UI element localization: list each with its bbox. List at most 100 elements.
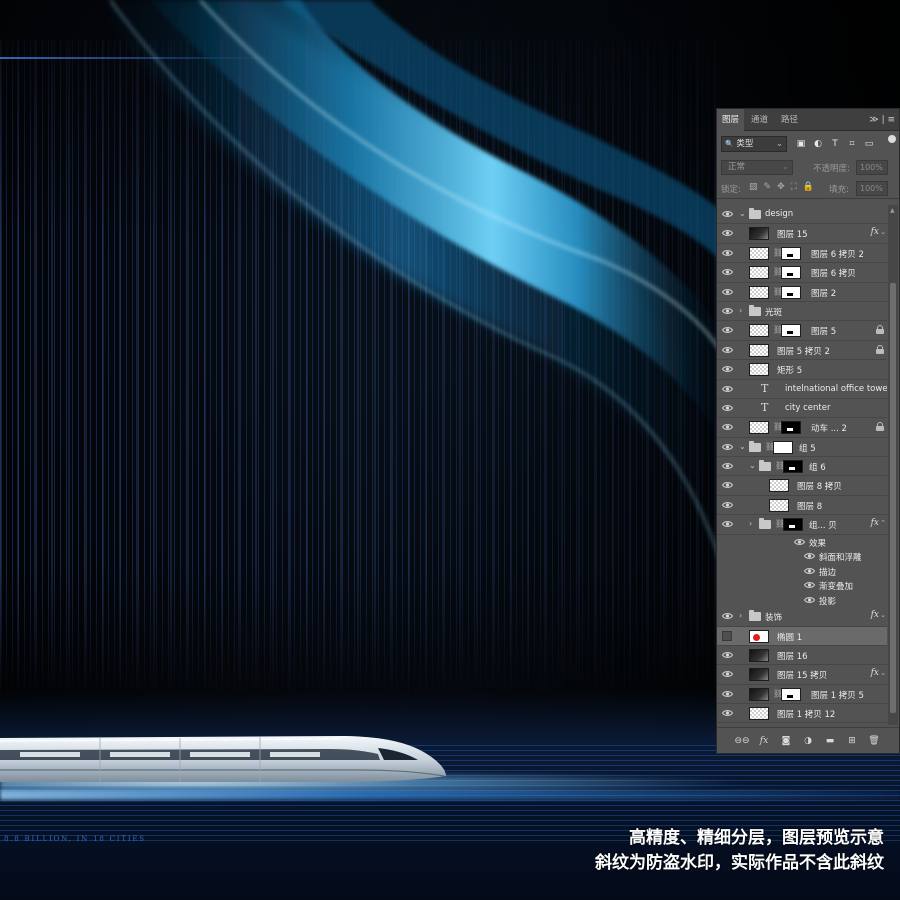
layer-row[interactable]: ⛓ 图层 1 拷贝 5 [717, 685, 887, 705]
visibility-eye-icon[interactable] [722, 443, 733, 451]
layer-row[interactable]: 图层 15 fx ⌄ [717, 224, 887, 244]
visibility-eye-icon[interactable] [722, 229, 733, 237]
scroll-up-icon[interactable]: ▲ [890, 207, 895, 214]
layer-row[interactable]: ⛓ 动车 ... 2 [717, 418, 887, 438]
layer-thumbnail[interactable] [749, 324, 769, 338]
opacity-field[interactable]: 100% [856, 160, 888, 175]
fill-field[interactable]: 100% [856, 181, 888, 196]
filter-toggle[interactable] [888, 135, 896, 143]
visibility-eye-icon[interactable] [722, 307, 733, 315]
scroll-thumb[interactable] [890, 283, 896, 713]
new-layer-icon[interactable]: ⊞ [846, 735, 858, 747]
layer-list-scrollbar[interactable]: ▲ [888, 205, 898, 725]
effect-visibility-eye-icon[interactable] [804, 567, 815, 575]
lock-all-icon[interactable]: 🔒 [803, 182, 814, 192]
layer-thumbnail[interactable] [749, 285, 769, 299]
visibility-toggle-off[interactable] [722, 630, 732, 641]
layer-row[interactable]: ⛓ 图层 2 [717, 283, 887, 302]
layer-effect-row[interactable]: 效果 [717, 535, 887, 550]
layer-mask-thumbnail[interactable] [783, 460, 803, 474]
layer-thumbnail[interactable] [769, 479, 789, 493]
lock-position-icon[interactable]: ✥ [777, 182, 785, 192]
panel-menu-button[interactable]: ≫ | ≡ [869, 109, 895, 131]
tab-channels[interactable]: 通道 [746, 109, 773, 131]
visibility-eye-icon[interactable] [722, 709, 733, 717]
effect-visibility-eye-icon[interactable] [794, 538, 805, 546]
visibility-eye-icon[interactable] [722, 423, 733, 431]
type-filter-icon[interactable]: T [829, 138, 841, 150]
adjustment-filter-icon[interactable]: ◐ [812, 138, 824, 150]
layer-mask-thumbnail[interactable] [781, 324, 801, 338]
layer-row[interactable]: ⛓ 图层 6 拷贝 2 [717, 244, 887, 264]
visibility-eye-icon[interactable] [722, 404, 733, 412]
visibility-eye-icon[interactable] [722, 520, 733, 528]
effect-visibility-eye-icon[interactable] [804, 552, 815, 560]
layer-thumbnail[interactable] [749, 246, 769, 260]
lock-transparent-icon[interactable]: ▨ [749, 182, 758, 192]
layer-thumbnail[interactable] [769, 498, 789, 512]
layer-thumbnail[interactable] [749, 687, 769, 701]
layer-thumbnail[interactable] [749, 648, 769, 662]
layer-row[interactable]: 图层 15 拷贝 fx ⌄ [717, 665, 887, 685]
layer-effects-icon[interactable]: fx [871, 227, 879, 237]
visibility-eye-icon[interactable] [722, 365, 733, 373]
effect-visibility-eye-icon[interactable] [804, 596, 815, 604]
layer-effect-row[interactable]: 斜面和浮雕 [717, 549, 887, 564]
layer-row[interactable]: › 装饰 fx ⌄ [717, 607, 887, 627]
smart-object-filter-icon[interactable]: ▭ [863, 138, 875, 150]
layer-row[interactable]: ⌄ design [717, 205, 887, 225]
layer-row[interactable]: ⌄ ⛓ 组 6 [717, 457, 887, 477]
layer-row[interactable]: Tcity center [717, 399, 887, 419]
layer-mask-thumbnail[interactable] [781, 246, 801, 260]
layer-effects-icon[interactable]: fx [871, 518, 879, 528]
effect-visibility-eye-icon[interactable] [804, 581, 815, 589]
shape-filter-icon[interactable]: ⌗ [846, 138, 858, 150]
effects-toggle-icon[interactable]: ⌄ [880, 228, 886, 236]
layer-mask-thumbnail[interactable] [783, 518, 803, 532]
filter-kind-select[interactable]: 🔍 类型 ⌄ [721, 136, 787, 152]
new-group-icon[interactable]: ▬ [824, 735, 836, 747]
layer-row[interactable]: 椭圆 1 [717, 626, 887, 646]
layer-thumbnail[interactable] [749, 629, 769, 643]
image-filter-icon[interactable]: ▣ [795, 138, 807, 150]
layer-row[interactable]: 图层 8 [717, 496, 887, 516]
layer-mask-thumbnail[interactable] [781, 421, 801, 435]
visibility-eye-icon[interactable] [722, 326, 733, 334]
lock-artboard-icon[interactable]: ⛶ [791, 182, 797, 192]
link-layers-icon[interactable]: ⊖⊖ [734, 735, 749, 747]
visibility-eye-icon[interactable] [722, 462, 733, 470]
layer-mask-thumbnail[interactable] [773, 440, 793, 454]
layer-row[interactable]: Tintelnational office tower [717, 380, 887, 399]
layer-thumbnail[interactable] [749, 343, 769, 357]
visibility-eye-icon[interactable] [722, 481, 733, 489]
visibility-eye-icon[interactable] [722, 385, 733, 393]
layer-thumbnail[interactable] [749, 363, 769, 377]
visibility-eye-icon[interactable] [722, 670, 733, 678]
tab-layers[interactable]: 图层 [717, 109, 745, 131]
effects-toggle-icon[interactable]: ⌄ [880, 669, 886, 677]
layer-row[interactable]: ⌄ ⛓ 组 5 [717, 438, 887, 458]
chevron-down-icon[interactable]: ⌄ [739, 442, 746, 451]
layer-row[interactable]: ⛓ 图层 6 拷贝 [717, 263, 887, 283]
layer-mask-thumbnail[interactable] [781, 285, 801, 299]
chevron-right-icon[interactable]: › [749, 519, 752, 528]
layer-effect-row[interactable]: 描边 [717, 564, 887, 579]
add-style-icon[interactable]: fx [758, 735, 770, 747]
layer-thumbnail[interactable] [749, 707, 769, 721]
chevron-right-icon[interactable]: › [739, 611, 742, 620]
chevron-down-icon[interactable]: ⌄ [739, 209, 746, 218]
delete-layer-icon[interactable]: 🗑 [868, 735, 880, 747]
layer-effect-row[interactable]: 投影 [717, 593, 887, 608]
layer-thumbnail[interactable] [749, 266, 769, 280]
visibility-eye-icon[interactable] [722, 690, 733, 698]
layer-row[interactable]: 图层 16 [717, 646, 887, 666]
layer-thumbnail[interactable] [749, 227, 769, 241]
visibility-eye-icon[interactable] [722, 651, 733, 659]
effects-toggle-icon[interactable]: ⌄ [880, 611, 886, 619]
visibility-eye-icon[interactable] [722, 346, 733, 354]
layer-row[interactable]: › 光斑 [717, 302, 887, 322]
visibility-eye-icon[interactable] [722, 210, 733, 218]
layer-row[interactable]: › ⛓ 组... 贝 fx ⌃ [717, 515, 887, 535]
layer-row[interactable]: 矩形 5 [717, 360, 887, 380]
visibility-eye-icon[interactable] [722, 612, 733, 620]
